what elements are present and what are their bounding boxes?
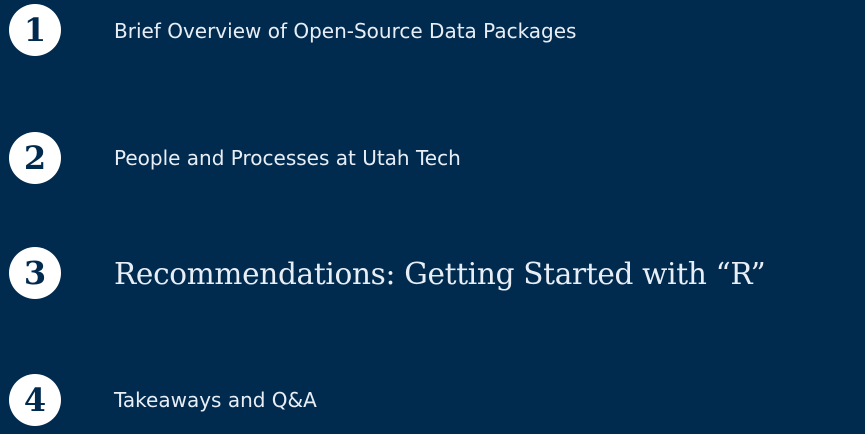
agenda-item-label: Brief Overview of Open-Source Data Packa…: [114, 19, 577, 43]
agenda-item-label: People and Processes at Utah Tech: [114, 146, 461, 170]
agenda-number-badge: 2: [9, 132, 61, 184]
agenda-item-4: 4 Takeaways and Q&A: [0, 370, 865, 434]
agenda-number-badge: 3: [9, 247, 61, 299]
agenda-item-1: 1 Brief Overview of Open-Source Data Pac…: [0, 0, 865, 64]
agenda-item-label-current: Recommendations: Getting Started with “R…: [114, 257, 766, 291]
agenda-item-label: Takeaways and Q&A: [114, 388, 317, 412]
agenda-slide: { "agenda": { "items": [ { "number": "1"…: [0, 0, 865, 426]
agenda-number-badge: 4: [9, 374, 61, 426]
agenda-item-2: 2 People and Processes at Utah Tech: [0, 125, 865, 189]
agenda-item-3-current: 3 Recommendations: Getting Started with …: [0, 244, 865, 308]
agenda-number-badge: 1: [9, 4, 61, 56]
